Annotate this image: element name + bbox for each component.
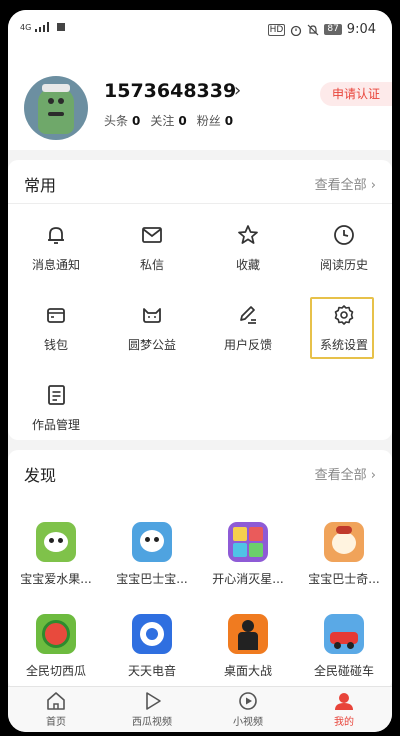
app-item[interactable]: 宝宝爱水果... (8, 522, 104, 596)
app-screen: 4G HD 87 9:04 1573648339 › 头条 0 关注 0 粉丝 0 申… (8, 10, 392, 732)
profile-icon (335, 693, 353, 710)
app-item[interactable]: 全民切西瓜 (8, 614, 104, 688)
app-icon (132, 614, 172, 654)
message-icon (142, 227, 162, 243)
app-label: 全民碰碰车 (313, 664, 374, 678)
app-icon (324, 522, 364, 562)
common-item-favorites[interactable]: 收藏 (200, 222, 296, 282)
bell-icon (48, 227, 64, 244)
common-item-charity[interactable]: 圆梦公益 (104, 302, 200, 362)
battery-indicator: 87 (324, 24, 342, 35)
signal-icon (35, 22, 50, 32)
chevron-right-icon[interactable]: › (234, 80, 241, 101)
settings-highlight-frame (310, 297, 374, 359)
mute-icon (307, 24, 319, 35)
common-item-works[interactable]: 作品管理 (8, 382, 104, 442)
app-item[interactable]: 天天电音 (104, 614, 200, 688)
hd-badge: HD (267, 23, 286, 36)
stat-followers[interactable]: 粉丝 0 (197, 112, 233, 129)
common-item-label: 圆梦公益 (127, 338, 176, 352)
app-label: 天天电音 (127, 664, 176, 678)
app-item[interactable]: 宝宝巴士奇... (296, 522, 392, 596)
tab-label: 首页 (46, 717, 66, 728)
apply-certification-button[interactable]: 申请认证 (320, 82, 392, 106)
app-label: 桌面大战 (223, 664, 272, 678)
play-icon (146, 692, 161, 710)
charity-icon (143, 308, 161, 323)
tab-label: 我的 (334, 717, 354, 728)
clock-time: 9:04 (346, 22, 376, 37)
app-item[interactable]: 全民碰碰车 (296, 614, 392, 688)
common-item-history[interactable]: 阅读历史 (296, 222, 392, 282)
app-icon (228, 522, 268, 562)
common-item-wallet[interactable]: 钱包 (8, 302, 104, 362)
tab-mine[interactable]: 我的 (296, 691, 392, 731)
common-item-label: 用户反馈 (223, 338, 272, 352)
tab-label: 小视频 (233, 717, 263, 728)
see-all-link[interactable]: 查看全部 › (315, 174, 376, 193)
common-header: 常用 查看全部 › (8, 160, 392, 204)
app-item[interactable]: 宝宝巴士宝... (104, 522, 200, 596)
see-all-link[interactable]: 查看全部 › (315, 464, 376, 483)
app-label: 宝宝巴士奇... (308, 572, 380, 586)
app-icon (228, 614, 268, 654)
app-item[interactable]: 开心消灭星... (200, 522, 296, 596)
common-item-messages[interactable]: 私信 (104, 222, 200, 282)
divider (8, 203, 392, 204)
carrier-label: 4G (20, 22, 32, 32)
short-video-icon (239, 692, 257, 710)
common-item-label: 作品管理 (31, 418, 80, 432)
app-label: 宝宝巴士宝... (116, 572, 188, 586)
common-item-label: 收藏 (235, 258, 260, 272)
app-item[interactable]: 桌面大战 (200, 614, 296, 688)
app-label: 开心消灭星... (212, 572, 284, 586)
common-item-notifications[interactable]: 消息通知 (8, 222, 104, 282)
section-title: 发现 (24, 466, 57, 485)
alarm-icon (291, 25, 302, 36)
common-item-label: 阅读历史 (319, 258, 368, 272)
app-label: 宝宝爱水果... (20, 572, 92, 586)
profile-header: 1573648339 › 头条 0 关注 0 粉丝 0 申请认证 (8, 50, 392, 150)
stat-following[interactable]: 关注 0 (150, 112, 186, 129)
discover-section: 发现 查看全部 › 宝宝爱水果... 宝宝巴士宝... 开心消灭星... 宝宝巴… (8, 450, 392, 690)
feedback-icon (240, 306, 256, 324)
status-bar: 4G HD 87 9:04 (8, 10, 392, 50)
common-item-label: 钱包 (43, 338, 68, 352)
app-icon (36, 614, 76, 654)
profile-stats: 头条 0 关注 0 粉丝 0 (104, 112, 233, 129)
app-label: 全民切西瓜 (25, 664, 86, 678)
common-item-label: 私信 (139, 258, 164, 272)
tab-xigua-video[interactable]: 西瓜视频 (104, 691, 200, 731)
user-id[interactable]: 1573648339 (104, 80, 236, 102)
wallet-icon (47, 308, 65, 323)
works-icon (48, 385, 65, 405)
app-icon (324, 614, 364, 654)
discover-header: 发现 查看全部 › (8, 450, 392, 494)
tab-label: 西瓜视频 (132, 717, 172, 728)
app-icon (132, 522, 172, 562)
clock-icon (334, 225, 354, 245)
star-icon (238, 225, 258, 244)
home-icon (47, 692, 65, 710)
stat-toutiao[interactable]: 头条 0 (104, 112, 140, 129)
bottom-tab-bar: 首页 西瓜视频 小视频 我的 (8, 686, 392, 732)
notification-square-icon (57, 23, 66, 31)
tab-short-video[interactable]: 小视频 (200, 691, 296, 731)
common-item-label: 消息通知 (31, 258, 80, 272)
common-item-feedback[interactable]: 用户反馈 (200, 302, 296, 362)
avatar[interactable] (24, 76, 88, 140)
tab-home[interactable]: 首页 (8, 691, 104, 731)
app-icon (36, 522, 76, 562)
section-title: 常用 (24, 176, 57, 195)
